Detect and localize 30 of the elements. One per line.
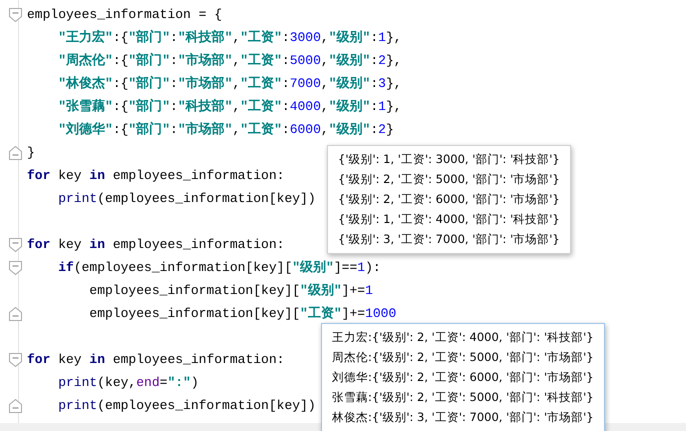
code-line: print(key,end=":"): [57, 374, 199, 392]
code-line: employees_information[key]["工资"]+=1000: [88, 305, 396, 323]
fold-toggle-icon[interactable]: [9, 352, 22, 366]
output-line: 周杰伦:{'级别': 2, '工资': 5000, '部门': '市场部'}: [332, 349, 594, 366]
code-line: "周杰伦":{"部门":"市场部","工资":5000,"级别":2},: [57, 52, 402, 70]
fold-toggle-icon[interactable]: [9, 8, 22, 22]
code-line: "王力宏":{"部门":"科技部","工资":3000,"级别":1},: [57, 28, 402, 47]
code-line: for key in employees_information:: [27, 167, 284, 185]
output-line: 刘德华:{'级别': 2, '工资': 6000, '部门': '市场部'}: [332, 369, 594, 386]
fold-toggle-icon[interactable]: [9, 260, 22, 274]
code-line: print(employees_information[key]): [57, 397, 316, 415]
fold-toggle-icon[interactable]: [9, 238, 22, 252]
output-line: {'级别': 1, '工资': 3000, '部门': '科技部'}: [338, 151, 560, 168]
output-line: 王力宏:{'级别': 2, '工资': 4000, '部门': '科技部'}: [332, 329, 594, 346]
code-line: employees_information[key]["级别"]+=1: [88, 282, 373, 300]
code-line: "张雪藕":{"部门":"科技部","工资":4000,"级别":1},: [57, 98, 402, 116]
code-line: print(employees_information[key]): [57, 190, 316, 208]
output-line: {'级别': 2, '工资': 5000, '部门': '市场部'}: [338, 171, 560, 188]
output-line: {'级别': 2, '工资': 6000, '部门': '市场部'}: [338, 191, 560, 208]
code-line: "林俊杰":{"部门":"市场部","工资":7000,"级别":3},: [57, 74, 402, 93]
code-line: for key in employees_information:: [27, 236, 284, 254]
output-line: 林俊杰:{'级别': 3, '工资': 7000, '部门': '市场部'}: [332, 409, 594, 426]
output-line: {'级别': 1, '工资': 4000, '部门': '科技部'}: [338, 211, 560, 228]
code-line: }: [27, 144, 35, 162]
code-line: "刘德华":{"部门":"市场部","工资":6000,"级别":2}: [57, 120, 394, 139]
output-line: {'级别': 3, '工资': 7000, '部门': '市场部'}: [338, 231, 560, 248]
code-line: employees_information = {: [27, 6, 222, 24]
output-line: 张雪藕:{'级别': 2, '工资': 5000, '部门': '科技部'}: [332, 389, 594, 406]
code-line: if(employees_information[key]["级别"]==1):: [57, 259, 381, 277]
code-line: for key in employees_information:: [27, 351, 284, 369]
